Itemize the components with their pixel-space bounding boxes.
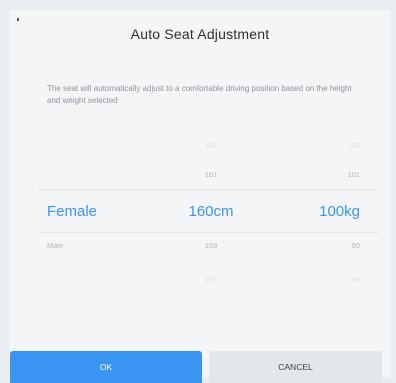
seat-adjustment-dialog: Auto Seat Adjustment The seat will autom… [9,10,391,378]
weight-option[interactable]: 98 [352,275,360,284]
height-option[interactable]: 162 [181,141,241,150]
seat-picker: Female Male 162 161 160cm 159 155 102 10… [9,10,391,378]
cancel-button[interactable]: CANCEL [209,351,382,383]
ok-button[interactable]: OK [10,351,202,383]
weight-option[interactable]: 101 [347,170,360,179]
weight-option[interactable]: 90 [352,241,360,250]
picker-divider-top [39,189,379,190]
weight-option[interactable]: 102 [347,141,360,150]
dialog-footer: OK CANCEL [10,351,382,383]
height-option-selected[interactable]: 160cm [181,203,241,220]
gender-option-selected[interactable]: Female [47,203,97,220]
weight-option-selected[interactable]: 100kg [319,203,360,220]
height-option[interactable]: 159 [181,241,241,250]
height-option[interactable]: 155 [181,275,241,284]
gender-option[interactable]: Male [47,241,63,250]
height-option[interactable]: 161 [181,170,241,179]
picker-divider-bottom [39,232,379,233]
